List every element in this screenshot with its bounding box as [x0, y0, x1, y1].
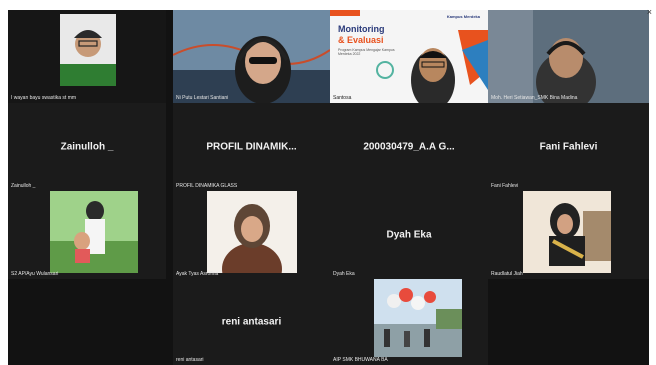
participant-name: AIP SMK BHUWANA BA	[333, 357, 388, 363]
participant-big-name: Fani Fahlevi	[539, 141, 598, 153]
participant-tile[interactable]: PROFIL DINAMIK... PROFIL DINAMIKA GLASS	[173, 103, 330, 191]
participant-name: Santosa	[333, 95, 352, 101]
participant-video	[374, 279, 462, 357]
participant-video	[60, 14, 116, 86]
participant-tile[interactable]: Moh. Heri Setiawan_SMK Bina Madina	[488, 10, 649, 103]
slide-badge: Kampus Merdeka	[446, 14, 480, 19]
participant-big-name: Dyah Eka	[386, 229, 432, 241]
participant-photo	[374, 279, 462, 357]
participant-big-name: reni antasari	[221, 316, 282, 328]
participant-video	[50, 191, 138, 273]
person-silhouette-icon	[60, 30, 116, 86]
participant-name: Ni Putu Lestari Santiani	[176, 95, 229, 101]
participant-big-name: 200030479_A.A G...	[363, 141, 455, 153]
participant-name: reni antasari	[176, 357, 204, 363]
participant-camera	[207, 191, 297, 273]
participant-big-name: PROFIL DINAMIK...	[206, 141, 297, 153]
participant-name: Ayak Tyas Asrofina	[176, 271, 219, 277]
participant-photo	[50, 191, 138, 273]
participant-name: Dyah Eka	[333, 271, 355, 277]
slide-title-line1: Monitoring	[338, 24, 385, 34]
slide-subtitle: Program Kampus Mengajar Kampus Merdeka 2…	[338, 48, 395, 56]
participant-tile[interactable]: Ni Putu Lestari Santiani	[173, 10, 330, 103]
participant-tile[interactable]: Ayak Tyas Asrofina	[173, 191, 330, 279]
participant-camera	[488, 10, 649, 103]
participant-name: Fani Fahlevi	[491, 183, 519, 189]
participant-name: S2 AP/Ayu Wulansari	[11, 271, 59, 277]
participant-video	[207, 191, 297, 273]
participant-name: Moh. Heri Setiawan_SMK Bina Madina	[491, 95, 578, 101]
shared-slide: Monitoring & Evaluasi Program Kampus Men…	[330, 10, 488, 103]
participant-video	[523, 191, 611, 273]
participant-name: Raudlatul Jiah	[491, 271, 523, 277]
participant-big-name: Zainulloh _	[60, 141, 114, 153]
participant-tile[interactable]: Zainulloh _ Zainulloh _	[8, 103, 166, 191]
participant-tile[interactable]: Dyah Eka Dyah Eka	[330, 191, 488, 279]
video-grid: I wayan bayu swastika st mm Ni Putu Lest…	[8, 10, 649, 365]
participant-photo	[523, 191, 611, 273]
participant-tile[interactable]: AIP SMK BHUWANA BA	[330, 279, 488, 365]
participant-tile[interactable]: S2 AP/Ayu Wulansari	[8, 191, 166, 279]
participant-name: Zainulloh _	[11, 183, 36, 189]
participant-name: PROFIL DINAMIKA GLASS	[176, 183, 238, 189]
participant-name: I wayan bayu swastika st mm	[11, 95, 77, 101]
close-icon[interactable]: ×	[647, 7, 652, 17]
participant-tile[interactable]: Monitoring & Evaluasi Program Kampus Men…	[330, 10, 488, 103]
participant-tile[interactable]: Raudlatul Jiah	[488, 191, 649, 279]
participant-video	[173, 10, 330, 103]
slide-title-line2: & Evaluasi	[338, 35, 384, 45]
participant-tile[interactable]: Fani Fahlevi Fani Fahlevi	[488, 103, 649, 191]
participant-tile[interactable]: 200030479_A.A G...	[330, 103, 488, 191]
participant-tile[interactable]: I wayan bayu swastika st mm	[8, 10, 166, 103]
participant-tile[interactable]: reni antasari reni antasari	[173, 279, 330, 365]
participant-video	[488, 10, 649, 103]
background-bridge-scene	[173, 10, 330, 103]
